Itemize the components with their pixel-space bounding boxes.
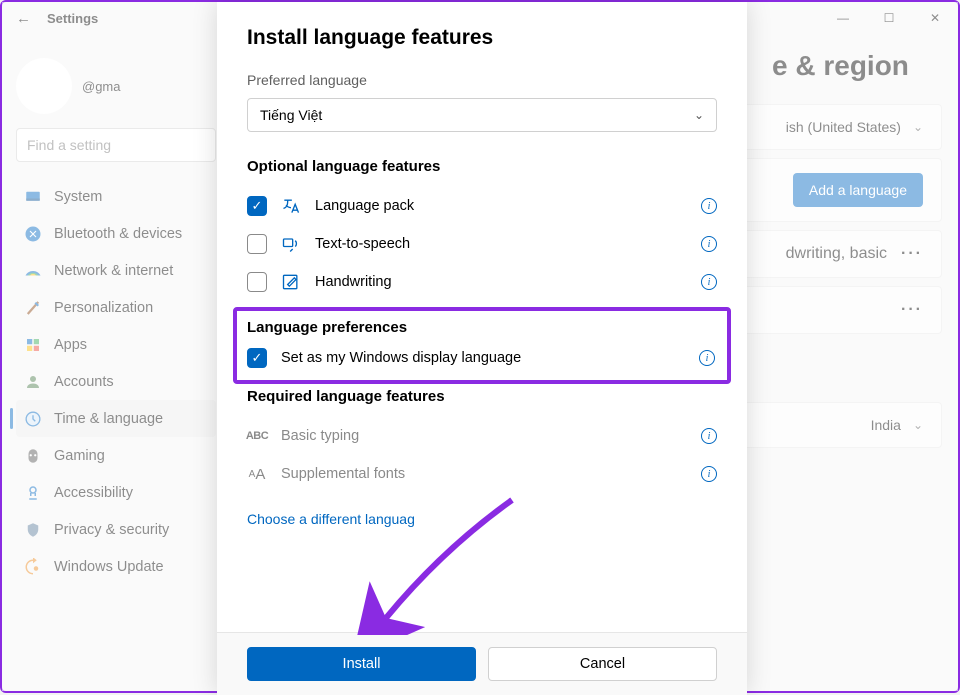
preferred-language-label: Preferred language bbox=[247, 72, 717, 88]
dialog-title: Install language features bbox=[247, 26, 717, 50]
checkbox-checked-icon[interactable]: ✓ bbox=[247, 196, 267, 216]
req-supplemental-fonts: AA Supplemental fonts i bbox=[247, 455, 717, 493]
option-set-display-language[interactable]: ✓ Set as my Windows display language bbox=[247, 344, 717, 372]
handwriting-icon bbox=[281, 272, 301, 292]
info-icon[interactable]: i bbox=[701, 274, 717, 290]
basic-typing-icon: ABC bbox=[247, 426, 267, 446]
language-preferences-heading: Language preferences bbox=[247, 319, 717, 336]
install-button[interactable]: Install bbox=[247, 647, 476, 681]
choose-different-language-link[interactable]: Choose a different languag bbox=[247, 511, 415, 527]
optional-features-heading: Optional language features bbox=[247, 158, 717, 175]
checkbox-checked-icon[interactable]: ✓ bbox=[247, 348, 267, 368]
checkbox-unchecked-icon[interactable] bbox=[247, 272, 267, 292]
option-text-to-speech[interactable]: Text-to-speech i bbox=[247, 225, 717, 263]
checkbox-unchecked-icon[interactable] bbox=[247, 234, 267, 254]
text-to-speech-icon bbox=[281, 234, 301, 254]
info-icon[interactable]: i bbox=[701, 198, 717, 214]
dialog-footer: Install Cancel bbox=[217, 632, 747, 695]
req-basic-typing: ABC Basic typing i bbox=[247, 417, 717, 455]
chevron-down-icon: ⌄ bbox=[694, 108, 704, 122]
info-icon[interactable]: i bbox=[699, 350, 715, 366]
info-icon[interactable]: i bbox=[701, 236, 717, 252]
cancel-button[interactable]: Cancel bbox=[488, 647, 717, 681]
info-icon[interactable]: i bbox=[701, 466, 717, 482]
required-features-heading: Required language features bbox=[247, 388, 717, 405]
fonts-icon: AA bbox=[247, 464, 267, 484]
option-handwriting[interactable]: Handwriting i bbox=[247, 263, 717, 301]
language-pack-icon bbox=[281, 196, 301, 216]
info-icon[interactable]: i bbox=[701, 428, 717, 444]
preferred-language-dropdown[interactable]: Tiếng Việt ⌄ bbox=[247, 98, 717, 132]
install-language-dialog: Install language features Preferred lang… bbox=[217, 2, 747, 695]
option-language-pack[interactable]: ✓ Language pack i bbox=[247, 187, 717, 225]
annotation-highlight: Language preferences ✓ Set as my Windows… bbox=[233, 307, 731, 384]
